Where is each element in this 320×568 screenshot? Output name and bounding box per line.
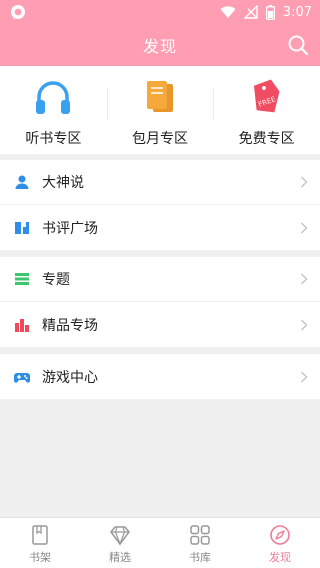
tab-library[interactable]: 书库: [160, 518, 240, 568]
chevron-right-icon: [301, 176, 308, 188]
menu-item-label: 大神说: [42, 175, 84, 191]
quick-links: 听书专区 包月专区 FREE 免费专区: [0, 66, 320, 154]
tab-discover[interactable]: 发现: [240, 518, 320, 568]
menu-item-label: 书评广场: [42, 220, 98, 237]
menu-group-community: 大神说 书评广场: [0, 160, 320, 250]
menu-item-dashenshuo[interactable]: 大神说: [0, 160, 320, 205]
chevron-right-icon: [301, 371, 308, 382]
person-icon: [15, 175, 29, 189]
diamond-icon: [110, 526, 130, 546]
headphones-icon: [36, 81, 71, 114]
quick-link-audiobooks[interactable]: 听书专区: [0, 66, 107, 154]
quick-link-label: 免费专区: [238, 131, 295, 147]
topic-list-icon: [15, 273, 29, 285]
menu-item-premium[interactable]: 精品专场: [0, 302, 320, 347]
menu-item-label: 专题: [42, 272, 70, 288]
app-bar: 发现: [0, 24, 320, 66]
gamepad-icon: [14, 372, 30, 383]
free-tag-icon: FREE: [253, 79, 280, 113]
chevron-right-icon: [301, 319, 308, 330]
tab-label: 书库: [189, 551, 211, 564]
compass-icon: [270, 525, 290, 545]
wifi-icon: [220, 5, 236, 18]
tab-bookshelf[interactable]: 书架: [0, 518, 80, 568]
menu-item-game-center[interactable]: 游戏中心: [0, 354, 320, 399]
menu-group-games: 游戏中心: [0, 354, 320, 399]
bottom-tab-bar: 书架 精选 书库 发现: [0, 517, 320, 568]
menu-item-label: 精品专场: [42, 317, 98, 334]
bookshelf-icon: [32, 525, 48, 545]
quick-link-label: 听书专区: [25, 131, 82, 147]
page-title: 发现: [142, 37, 177, 56]
status-time: 3:07: [282, 4, 312, 20]
chevron-right-icon: [301, 222, 308, 233]
menu-item-label: 游戏中心: [42, 369, 98, 386]
search-icon[interactable]: [286, 33, 310, 57]
tab-label: 精选: [109, 551, 131, 564]
menu-item-book-reviews[interactable]: 书评广场: [0, 205, 320, 250]
bar-chart-icon: [15, 318, 29, 332]
quick-link-label: 包月专区: [132, 131, 188, 147]
books-icon: [147, 81, 173, 112]
tab-label: 书架: [29, 551, 51, 564]
quick-link-free[interactable]: FREE 免费专区: [213, 66, 320, 154]
tab-featured[interactable]: 精选: [80, 518, 160, 568]
status-indicators: 3:07: [220, 4, 312, 20]
grid-icon: [190, 525, 210, 545]
book-review-icon: [15, 221, 29, 234]
battery-icon: [265, 4, 275, 20]
quick-link-monthly[interactable]: 包月专区: [106, 66, 214, 154]
menu-item-topics[interactable]: 专题: [0, 257, 320, 302]
status-bar: 3:07: [0, 0, 320, 24]
no-signal-icon: [243, 5, 258, 19]
menu-group-topics: 专题 精品专场: [0, 257, 320, 347]
tab-label: 发现: [269, 551, 291, 564]
chevron-right-icon: [301, 273, 308, 285]
notification-icon: [11, 5, 25, 19]
